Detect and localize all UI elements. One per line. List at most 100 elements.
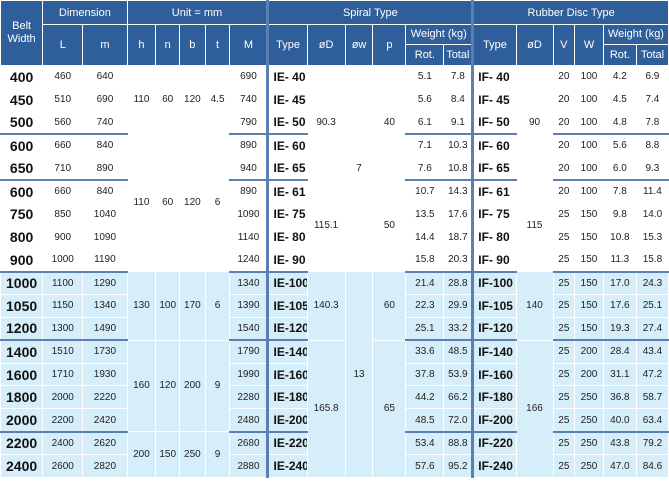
- dim-n-cell: 60: [155, 133, 180, 273]
- rubber-v-cell: 25: [552, 362, 576, 387]
- dim-b-cell: 250: [179, 431, 206, 479]
- col-t: t: [204, 24, 231, 66]
- dim-m-cell: 1290: [82, 271, 128, 295]
- dim-n-cell: 100: [155, 271, 180, 341]
- dim-t-cell: 6: [204, 133, 231, 273]
- dim-L-cell: 2400: [42, 431, 84, 456]
- col-M: M: [229, 24, 269, 66]
- dim-t-cell: 9: [204, 431, 231, 479]
- dim-L-cell: 2000: [42, 385, 84, 410]
- belt-width-cell: 500: [0, 110, 44, 136]
- belt-width-cell: 750: [0, 202, 44, 227]
- rubber-rot-cell: 4.8: [602, 110, 637, 136]
- rubber-w-cell: 250: [574, 454, 604, 479]
- spiral-type-cell: IE-200: [266, 408, 308, 433]
- rubber-type-cell: IF-220: [471, 431, 517, 456]
- rubber-type-cell: IF- 40: [471, 65, 517, 89]
- rubber-w-cell: 150: [574, 202, 604, 227]
- belt-width-cell: 450: [0, 87, 44, 112]
- col-b: b: [179, 24, 206, 66]
- rubber-v-cell: 20: [552, 179, 576, 204]
- rubber-rot-cell: 11.3: [602, 248, 637, 273]
- dim-m-cell: 2820: [82, 454, 128, 479]
- rubber-w-cell: 150: [574, 248, 604, 273]
- spiral-total-cell: 9.1: [443, 110, 474, 136]
- rubber-v-cell: 25: [552, 408, 576, 433]
- rubber-rot-cell: 47.0: [602, 454, 637, 479]
- rubber-v-cell: 25: [552, 271, 576, 295]
- belt-width-cell: 600: [0, 133, 44, 158]
- spiral-rot-cell: 5.1: [405, 65, 445, 89]
- dim-m-cell: 840: [82, 179, 128, 204]
- dim-M-cell: 1390: [229, 293, 269, 318]
- dim-M-cell: 1240: [229, 248, 269, 273]
- spiral-rot-cell: 57.6: [405, 454, 445, 479]
- rubber-type-cell: IF-240: [471, 454, 517, 479]
- dim-L-cell: 850: [42, 202, 84, 227]
- dim-L-cell: 1150: [42, 293, 84, 318]
- belt-width-cell: 1800: [0, 385, 44, 410]
- rubber-w-cell: 100: [574, 87, 604, 112]
- dim-M-cell: 1340: [229, 271, 269, 295]
- rubber-v-cell: 25: [552, 385, 576, 410]
- spiral-od-cell: 90.3: [306, 64, 346, 181]
- dim-m-cell: 1930: [82, 362, 128, 387]
- dim-L-cell: 1510: [42, 339, 84, 364]
- rubber-w-cell: 150: [574, 225, 604, 250]
- spiral-type-cell: IE- 40: [266, 65, 308, 89]
- spiral-rot-cell: 13.5: [405, 202, 445, 227]
- rubber-type-cell: IF-140: [471, 339, 517, 364]
- rubber-type-cell: IF- 61: [471, 179, 517, 204]
- rubber-type-cell: IF-160: [471, 362, 517, 387]
- dim-m-cell: 1490: [82, 316, 128, 342]
- spiral-rot-cell: 44.2: [405, 385, 445, 410]
- rubber-w-cell: 100: [574, 133, 604, 158]
- spiral-rot-cell: 6.1: [405, 110, 445, 136]
- unit-header: Unit = mm: [126, 0, 269, 25]
- spiral-type-cell: IE-220: [266, 431, 308, 456]
- dim-h-cell: 160: [126, 339, 157, 433]
- spiral-type-cell: IE- 61: [266, 179, 308, 204]
- rubber-w-cell: 250: [574, 431, 604, 456]
- belt-width-cell: 400: [0, 65, 44, 89]
- rubber-total-cell: 15.8: [635, 248, 669, 273]
- spiral-type-cell: IE- 80: [266, 225, 308, 250]
- rubber-rot-cell: 4.5: [602, 87, 637, 112]
- spiral-rot-cell: 33.6: [405, 339, 445, 364]
- spiral-total-cell: 20.3: [443, 248, 474, 273]
- spiral-type-cell: IE- 90: [266, 248, 308, 273]
- rubber-v-cell: 25: [552, 339, 576, 364]
- dim-M-cell: 690: [229, 65, 269, 89]
- spiral-rot-cell: 53.4: [405, 431, 445, 456]
- spiral-type-cell: IE-180: [266, 385, 308, 410]
- spiral-total-cell: 53.9: [443, 362, 474, 387]
- rubber-v-col: V: [552, 24, 576, 66]
- dim-m-cell: 2420: [82, 408, 128, 433]
- rubber-rot-cell: 19.3: [602, 316, 637, 342]
- rubber-v-cell: 25: [552, 454, 576, 479]
- spiral-total-cell: 88.8: [443, 431, 474, 456]
- spiral-total-col: Total: [446, 49, 470, 61]
- rubber-total-cell: 25.1: [635, 293, 669, 318]
- rubber-type-cell: IF- 65: [471, 156, 517, 181]
- spiral-ow-cell: 7: [344, 64, 374, 273]
- spiral-p-col: p: [372, 24, 407, 66]
- rubber-total-cell: 24.3: [635, 271, 669, 295]
- spiral-total-cell: 7.8: [443, 65, 474, 89]
- spiral-rot-cell: 5.6: [405, 87, 445, 112]
- col-n: n: [155, 24, 180, 66]
- rubber-rot-cell: 31.1: [602, 362, 637, 387]
- dim-L-cell: 1710: [42, 362, 84, 387]
- spiral-total-cell: 95.2: [443, 454, 474, 479]
- rubber-weight-group: Weight (kg) Rot. Total: [602, 24, 669, 66]
- dim-M-cell: 2480: [229, 408, 269, 433]
- belt-width-cell: 2400: [0, 454, 44, 479]
- spiral-type-cell: IE-140: [266, 339, 308, 364]
- spiral-type-header: Spiral Type: [266, 0, 474, 25]
- spiral-od-col: øD: [306, 24, 346, 66]
- dim-t-cell: 6: [204, 271, 231, 341]
- spiral-rot-cell: 7.1: [405, 133, 445, 158]
- rubber-od-cell: 140: [515, 271, 554, 341]
- spiral-total-cell: 29.9: [443, 293, 474, 318]
- spiral-type-cell: IE- 75: [266, 202, 308, 227]
